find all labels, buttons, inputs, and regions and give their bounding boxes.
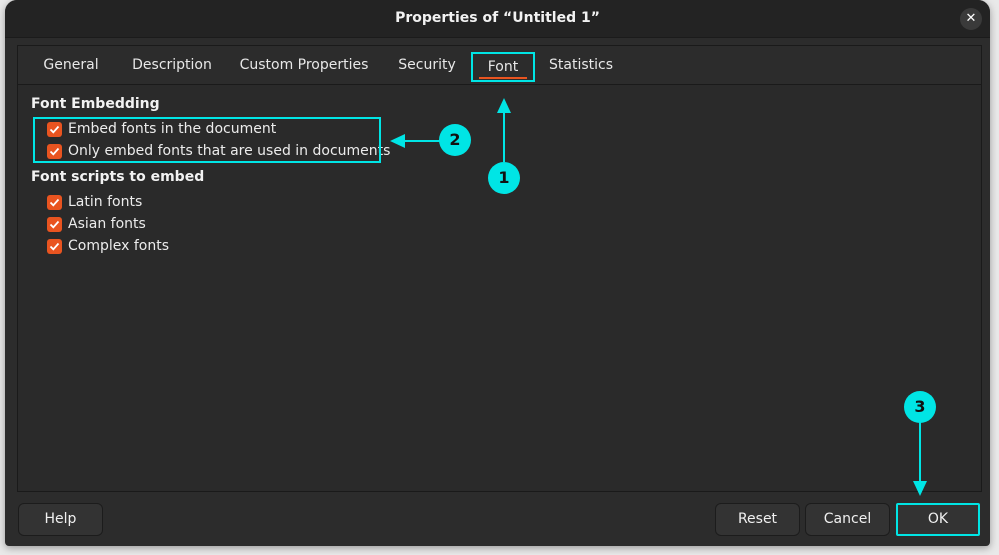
tab-panel: General Description Custom Properties Se… bbox=[17, 45, 982, 492]
annotation-badge-2: 2 bbox=[439, 124, 471, 156]
tab-statistics[interactable]: Statistics bbox=[542, 52, 620, 82]
checkbox-checked[interactable] bbox=[47, 216, 62, 232]
tab-description[interactable]: Description bbox=[122, 52, 222, 82]
complex-fonts-checkbox[interactable]: Complex fonts bbox=[47, 236, 169, 256]
checkmark-icon bbox=[49, 220, 60, 229]
annotation-badge-1: 1 bbox=[488, 162, 520, 194]
help-button[interactable]: Help bbox=[18, 503, 103, 536]
cancel-button[interactable]: Cancel bbox=[805, 503, 890, 536]
latin-fonts-checkbox[interactable]: Latin fonts bbox=[47, 192, 142, 212]
properties-dialog: Properties of “Untitled 1” ✕ General Des… bbox=[5, 0, 990, 546]
title-bar: Properties of “Untitled 1” ✕ bbox=[5, 0, 990, 38]
checkbox-checked[interactable] bbox=[47, 194, 62, 210]
close-button[interactable]: ✕ bbox=[960, 8, 982, 30]
tab-general[interactable]: General bbox=[32, 52, 110, 82]
checkmark-icon bbox=[49, 242, 60, 251]
tab-bar: General Description Custom Properties Se… bbox=[18, 46, 981, 85]
font-embedding-heading: Font Embedding bbox=[31, 96, 160, 112]
close-icon: ✕ bbox=[965, 11, 977, 26]
font-scripts-heading: Font scripts to embed bbox=[31, 169, 205, 185]
reset-button[interactable]: Reset bbox=[715, 503, 800, 536]
checkbox-label: Latin fonts bbox=[68, 194, 143, 210]
checkbox-label: Complex fonts bbox=[68, 238, 170, 254]
annotation-highlight-box bbox=[33, 117, 381, 163]
tab-font[interactable]: Font bbox=[471, 52, 535, 82]
checkbox-label: Asian fonts bbox=[68, 216, 146, 232]
tab-security[interactable]: Security bbox=[390, 52, 464, 82]
checkbox-checked[interactable] bbox=[47, 238, 62, 254]
annotation-badge-3: 3 bbox=[904, 391, 936, 423]
tab-custom-properties[interactable]: Custom Properties bbox=[234, 52, 374, 82]
dialog-title: Properties of “Untitled 1” bbox=[395, 10, 600, 26]
checkmark-icon bbox=[49, 198, 60, 207]
asian-fonts-checkbox[interactable]: Asian fonts bbox=[47, 214, 146, 234]
ok-button[interactable]: OK bbox=[896, 503, 980, 536]
